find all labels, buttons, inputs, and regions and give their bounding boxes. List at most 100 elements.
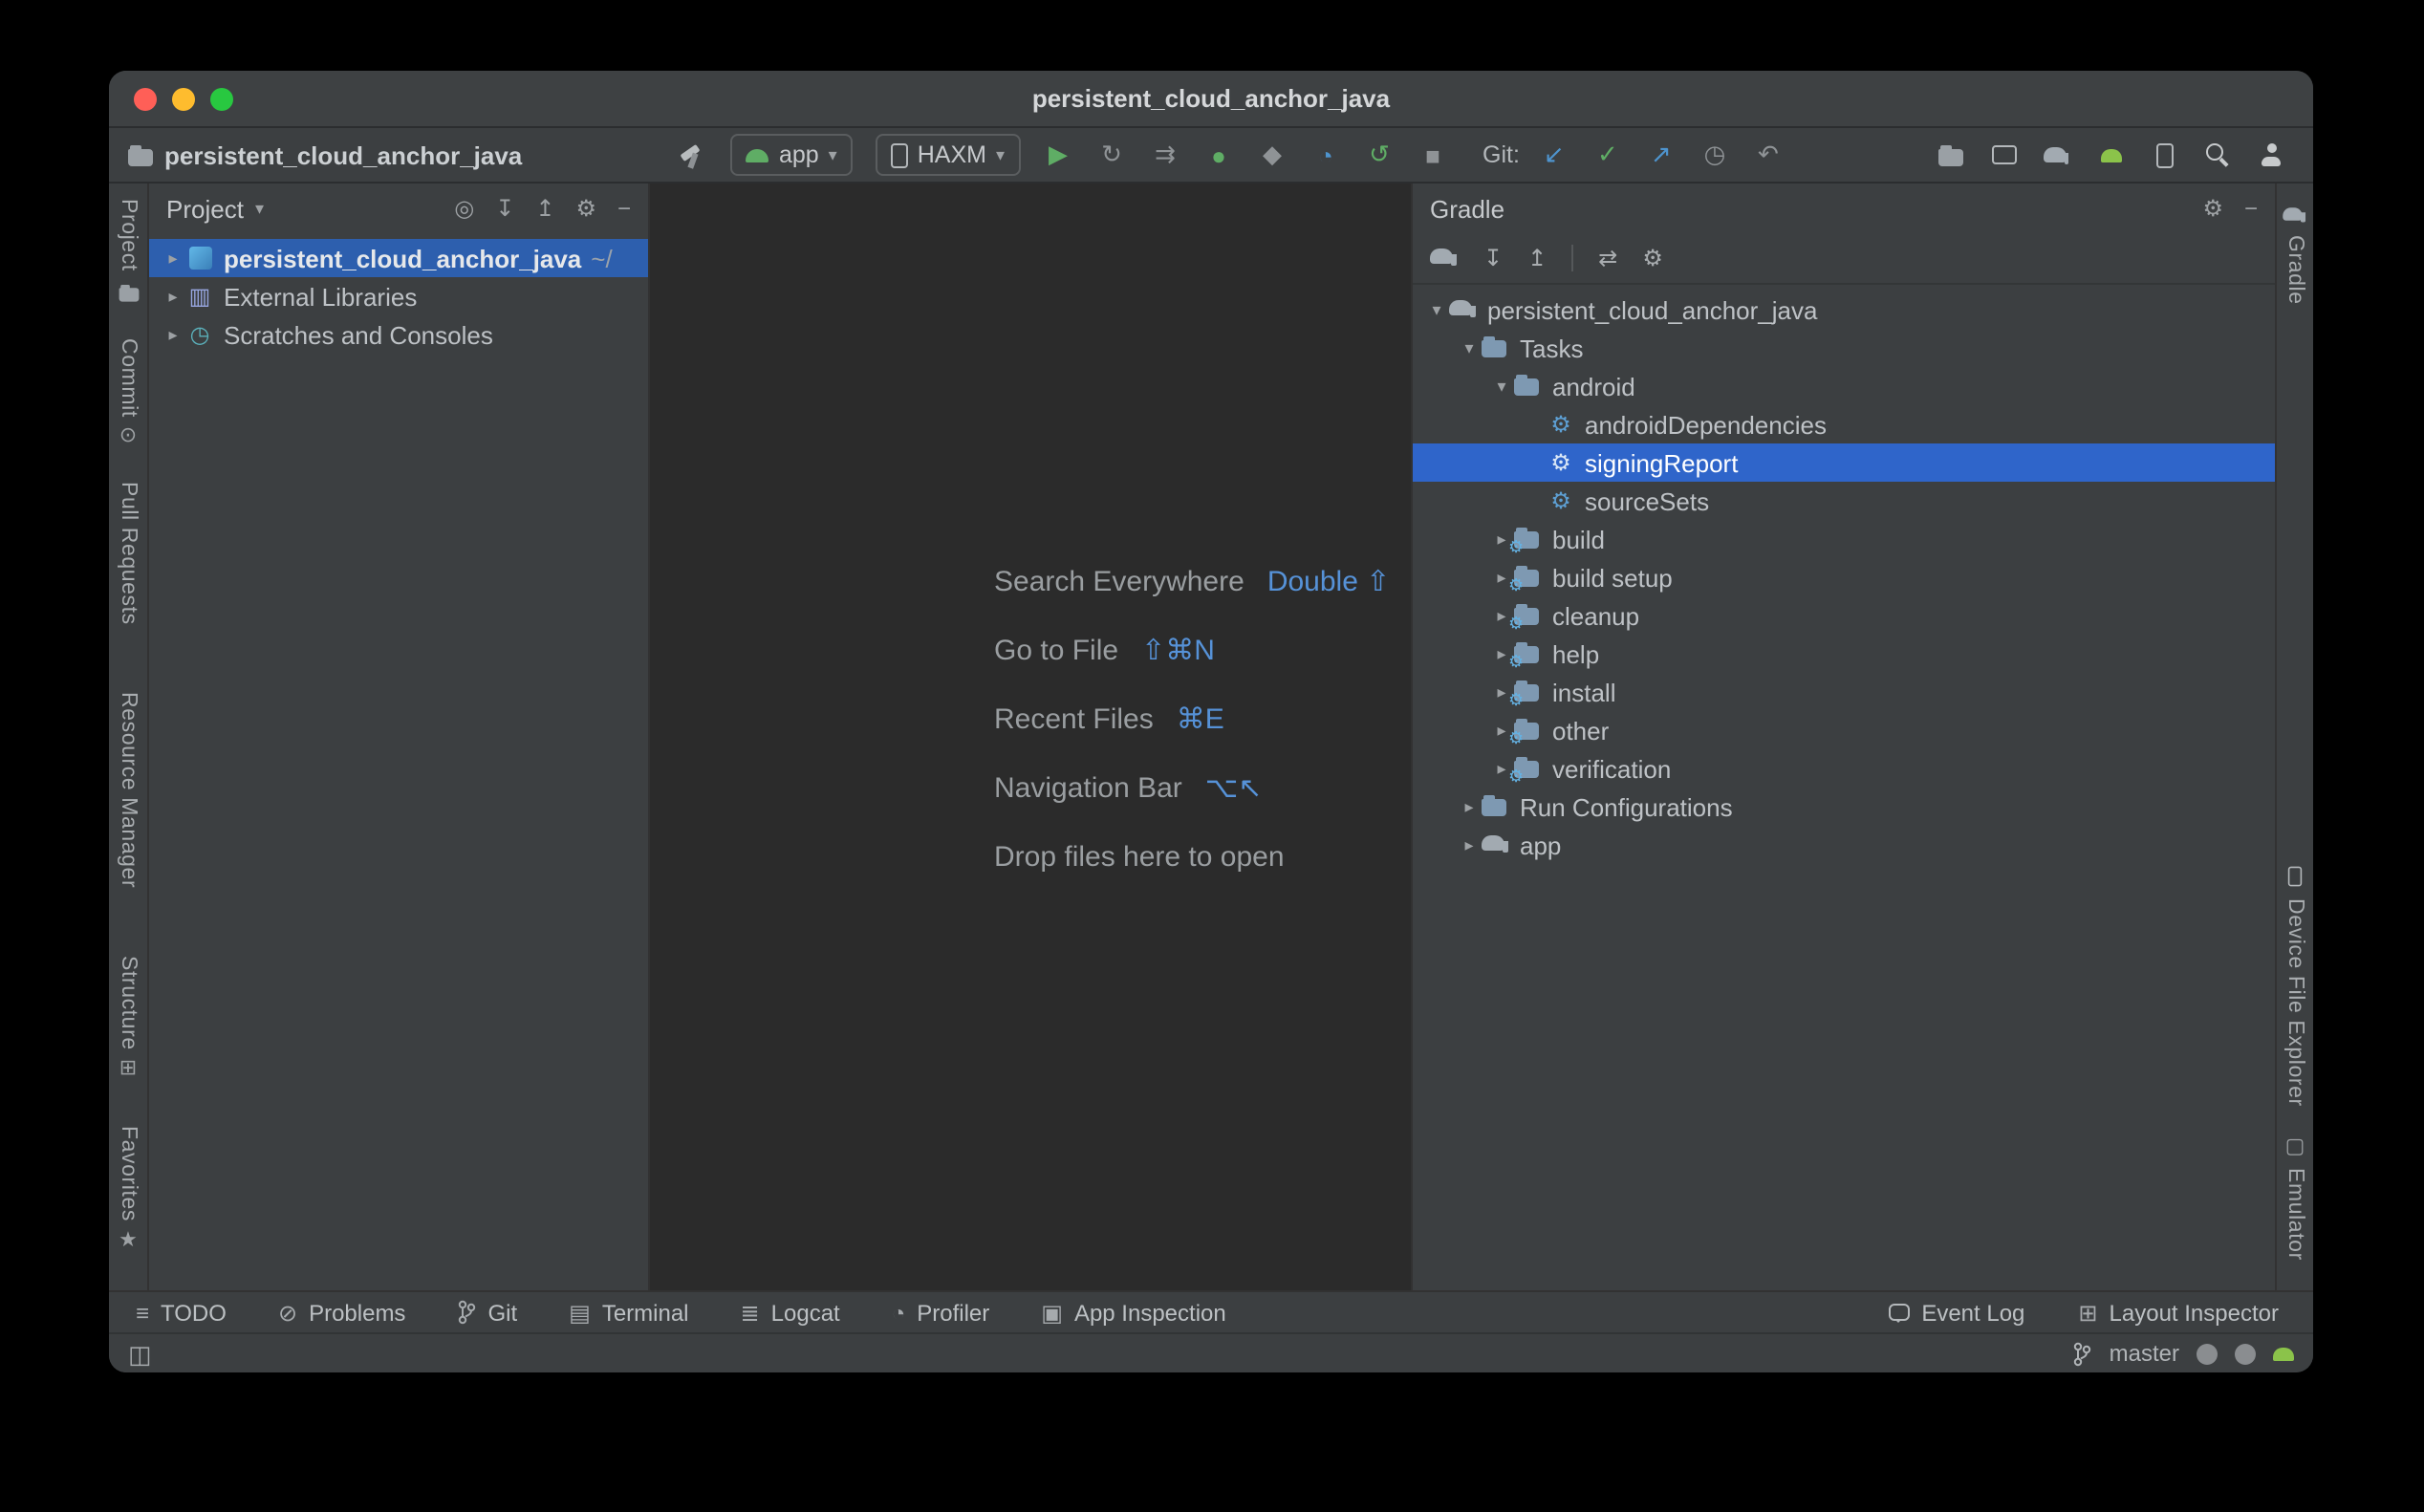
layout-validation-button[interactable] [1980, 134, 2026, 176]
gradle-refresh-button[interactable] [1430, 244, 1459, 272]
close-button[interactable] [134, 87, 157, 110]
profile-button[interactable]: ◔ [1303, 134, 1349, 176]
tool-windows-toggle-button[interactable]: ◫ [128, 1341, 152, 1366]
apply-changes-button[interactable]: ⇉ [1142, 134, 1188, 176]
gradle-tree-item[interactable]: cleanup [1413, 596, 2275, 635]
tree-chevron-icon[interactable] [1457, 796, 1482, 817]
profile-avatar-button[interactable] [2248, 134, 2294, 176]
hint-text: Recent Files [994, 702, 1154, 735]
gradle-tree-item[interactable]: other [1413, 711, 2275, 749]
gradle-execute-task-button[interactable]: ⚙ [1642, 245, 1663, 271]
logcat-button[interactable]: ≣ Logcat [741, 1299, 840, 1326]
external-libraries-row[interactable]: External Libraries [149, 277, 648, 315]
project-structure-button[interactable] [1927, 134, 1973, 176]
git-commit-button[interactable]: ✓ [1585, 134, 1631, 176]
gradle-tree-item[interactable]: persistent_cloud_anchor_java [1413, 291, 2275, 329]
gradle-tree-item[interactable]: signingReport [1413, 443, 2275, 482]
terminal-button[interactable]: ▤ Terminal [569, 1299, 688, 1326]
scratches-row[interactable]: Scratches and Consoles [149, 315, 648, 354]
stripe-emulator[interactable]: ▢ Emulator [2283, 1137, 2306, 1261]
apply-restart-button[interactable]: ↺ [1356, 134, 1402, 176]
gradle-collapse-all-button[interactable]: ↥ [1527, 245, 1547, 271]
feedback-face-icon-2[interactable] [2235, 1343, 2256, 1364]
gradle-tree-item[interactable]: app [1413, 826, 2275, 864]
gradle-toggle-offline-button[interactable]: ⇄ [1598, 245, 1617, 271]
gradle-tree-item[interactable]: build setup [1413, 558, 2275, 596]
avatar-icon [2260, 143, 2283, 166]
gradle-hide-panel-button[interactable]: − [2244, 195, 2258, 222]
gradle-sync-button[interactable] [2034, 134, 2080, 176]
tree-chevron-icon[interactable] [1489, 376, 1514, 397]
zoom-button[interactable] [210, 87, 233, 110]
gradle-tree-item[interactable]: sourceSets [1413, 482, 2275, 520]
git-push-button[interactable]: ↗ [1638, 134, 1684, 176]
event-log-icon [1889, 1304, 1910, 1321]
tree-chevron-icon[interactable] [1457, 834, 1482, 855]
stripe-structure[interactable]: Structure ⊞ [117, 956, 140, 1081]
sdk-manager-button[interactable] [2088, 134, 2133, 176]
collapse-all-button[interactable]: ↥ [535, 195, 554, 222]
git-rollback-button[interactable]: ↶ [1745, 134, 1791, 176]
gradle-tree-item[interactable]: Run Configurations [1413, 788, 2275, 826]
chevron-right-icon[interactable] [161, 248, 185, 269]
settings-gear-button[interactable]: ⚙ [575, 195, 596, 222]
git-tool-button[interactable]: Git [457, 1299, 517, 1326]
terminal-label: Terminal [602, 1299, 689, 1326]
app-inspection-button[interactable]: ▣ App Inspection [1041, 1299, 1225, 1326]
locate-file-button[interactable]: ◎ [454, 195, 474, 222]
project-panel-title[interactable]: Project [166, 194, 244, 223]
stripe-device-file-explorer[interactable]: Device File Explorer [2283, 865, 2306, 1108]
feedback-face-icon[interactable] [2197, 1343, 2218, 1364]
stop-button[interactable]: ■ [1410, 134, 1456, 176]
stripe-project[interactable]: Project [116, 199, 141, 304]
git-branch-widget[interactable]: master [2110, 1340, 2179, 1367]
event-log-button[interactable]: Event Log [1889, 1299, 2024, 1326]
expand-all-button[interactable]: ↧ [495, 195, 514, 222]
run-config-selector[interactable]: app ▾ [731, 134, 853, 176]
build-button[interactable] [670, 134, 716, 176]
chevron-right-icon[interactable] [161, 324, 185, 345]
hide-panel-button[interactable]: − [617, 195, 631, 222]
gradle-expand-all-button[interactable]: ↧ [1483, 245, 1503, 271]
editor-area[interactable]: Search Everywhere Double ⇧ Go to File ⇧⌘… [650, 184, 1411, 1290]
bottom-tool-window-bar: ≡ TODO ⊘ Problems Git ▤ Terminal ≣ Logca… [109, 1290, 2313, 1332]
run-button[interactable]: ▶ [1035, 134, 1081, 176]
avd-manager-button[interactable] [2141, 134, 2187, 176]
stripe-favorites[interactable]: Favorites ★ [117, 1126, 140, 1252]
layout-inspector-button[interactable]: ⊞ Layout Inspector [2078, 1299, 2279, 1326]
tree-chevron-icon[interactable] [1424, 299, 1449, 320]
project-breadcrumb[interactable]: persistent_cloud_anchor_java [128, 140, 522, 169]
debug-button[interactable]: ● [1196, 134, 1242, 176]
gradle-panel-toolbar: ↧ ↥ ⇄ ⚙ [1413, 233, 2275, 285]
git-update-button[interactable]: ↙ [1531, 134, 1577, 176]
minimize-button[interactable] [172, 87, 195, 110]
gradle-tree-item[interactable]: verification [1413, 749, 2275, 788]
attach-profiler-button[interactable]: ◆ [1249, 134, 1295, 176]
stripe-commit[interactable]: Commit ⊙ [117, 338, 140, 448]
titlebar[interactable]: persistent_cloud_anchor_java [109, 71, 2313, 128]
problems-button[interactable]: ⊘ Problems [278, 1299, 406, 1326]
gradle-settings-gear-button[interactable]: ⚙ [2202, 195, 2223, 222]
stripe-pull-requests[interactable]: Pull Requests [117, 483, 140, 626]
tree-chevron-icon[interactable] [1457, 337, 1482, 358]
gradle-tree-item[interactable]: Tasks [1413, 329, 2275, 367]
stripe-gradle[interactable]: Gradle [2281, 203, 2309, 305]
stripe-resource-manager[interactable]: Resource Manager [117, 692, 140, 888]
gradle-tree-item[interactable]: help [1413, 635, 2275, 673]
gradle-tree-item[interactable]: install [1413, 673, 2275, 711]
todo-button[interactable]: ≡ TODO [136, 1299, 227, 1326]
device-selector[interactable]: HAXM ▾ [876, 134, 1020, 176]
hint-shortcut: Double ⇧ [1267, 564, 1391, 598]
search-everywhere-button[interactable] [2195, 134, 2240, 176]
gradle-tree-item[interactable]: build [1413, 520, 2275, 558]
gradle-tree-item[interactable]: android [1413, 367, 2275, 405]
project-root-row[interactable]: persistent_cloud_anchor_java ~/ [149, 239, 648, 277]
chevron-right-icon[interactable] [161, 286, 185, 307]
profiler-button[interactable]: ◔ Profiler [892, 1299, 990, 1326]
chevron-down-icon[interactable]: ▾ [255, 198, 264, 219]
rerun-button[interactable]: ↻ [1089, 134, 1135, 176]
droid-status-icon[interactable] [2273, 1347, 2294, 1360]
gradle-tree-item[interactable]: androidDependencies [1413, 405, 2275, 443]
main-toolbar: persistent_cloud_anchor_java app ▾ HAXM … [109, 128, 2313, 184]
git-history-button[interactable]: ◷ [1692, 134, 1738, 176]
